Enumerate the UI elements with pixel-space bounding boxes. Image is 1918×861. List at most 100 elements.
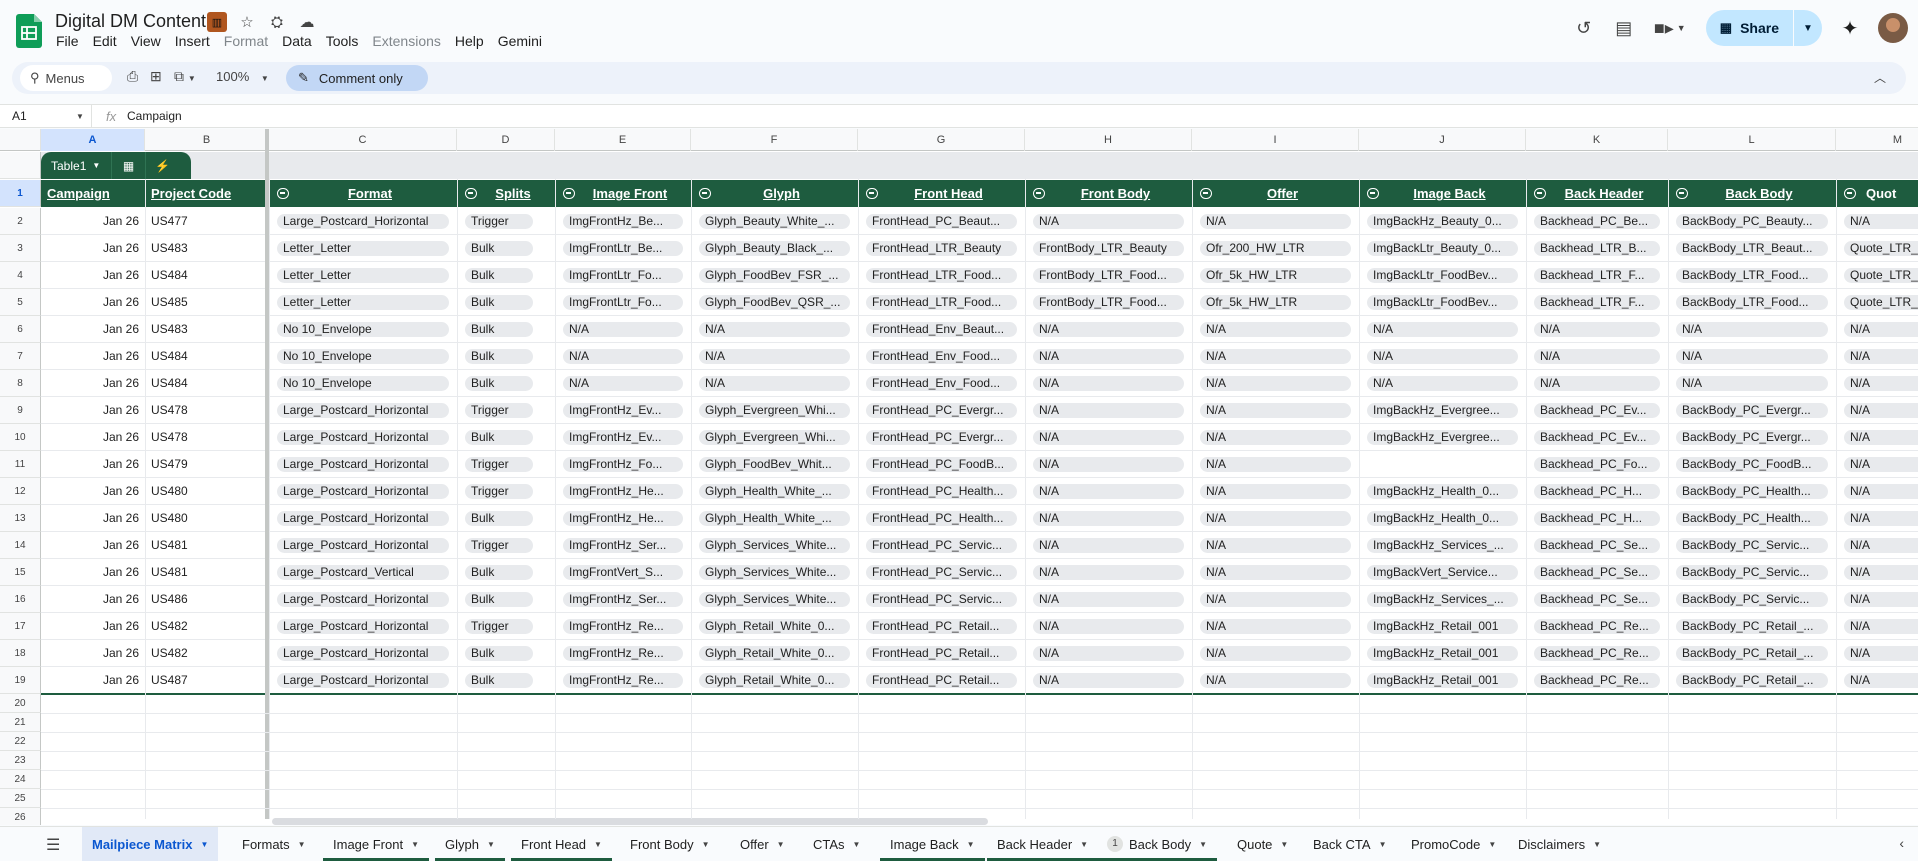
row-header-4[interactable]: 4 — [0, 262, 41, 289]
dropdown-cell[interactable]: ImgBackHz_Retail_001 — [1359, 667, 1526, 694]
column-header-f[interactable]: F — [691, 129, 858, 151]
campaign-cell[interactable]: Jan 26 — [41, 505, 145, 532]
dropdown-cell[interactable]: BackBody_PC_Servic... — [1668, 532, 1836, 559]
dropdown-cell[interactable]: ImgBackHz_Evergree... — [1359, 397, 1526, 424]
column-header-m[interactable]: M — [1836, 129, 1918, 151]
dropdown-cell[interactable]: FrontBody_LTR_Food... — [1025, 262, 1192, 289]
dropdown-cell[interactable]: N/A — [1192, 505, 1359, 532]
dropdown-cell[interactable]: Large_Postcard_Horizontal — [269, 478, 457, 505]
dropdown-cell[interactable]: N/A — [1836, 667, 1918, 694]
formula-input[interactable]: Campaign — [127, 109, 182, 123]
campaign-cell[interactable]: Jan 26 — [41, 262, 145, 289]
dropdown-cell[interactable]: ImgBackLtr_Beauty_0... — [1359, 235, 1526, 262]
dropdown-cell[interactable]: Large_Postcard_Horizontal — [269, 667, 457, 694]
dropdown-cell[interactable]: BackBody_PC_Beauty... — [1668, 208, 1836, 235]
dropdown-cell[interactable]: No 10_Envelope — [269, 343, 457, 370]
dropdown-cell[interactable]: N/A — [1668, 343, 1836, 370]
sheet-tab-caret-icon[interactable]: ▼ — [1280, 840, 1288, 849]
project-code-cell[interactable]: US482 — [145, 613, 269, 640]
dropdown-cell[interactable]: FrontHead_PC_Servic... — [858, 559, 1025, 586]
dropdown-cell[interactable]: N/A — [1025, 613, 1192, 640]
column-header-h[interactable]: H — [1025, 129, 1192, 151]
project-code-cell[interactable]: US484 — [145, 370, 269, 397]
sheet-tab-promocode[interactable]: PromoCode ▼ — [1401, 827, 1506, 861]
campaign-cell[interactable]: Jan 26 — [41, 667, 145, 694]
dropdown-cell[interactable]: Bulk — [457, 505, 555, 532]
dropdown-cell[interactable]: N/A — [691, 343, 858, 370]
dropdown-cell[interactable]: N/A — [1192, 532, 1359, 559]
spreadsheet-grid[interactable]: ABCDEFGHIJKLM Table1 ▼ ▦ ⚡ Campaign Projec… — [0, 129, 1918, 825]
dropdown-cell[interactable]: ImgFrontHz_He... — [555, 505, 691, 532]
dropdown-cell[interactable]: N/A — [1192, 478, 1359, 505]
row-header-6[interactable]: 6 — [0, 316, 41, 343]
row-header-8[interactable]: 8 — [0, 370, 41, 397]
dropdown-cell[interactable]: Bulk — [457, 559, 555, 586]
dropdown-cell[interactable]: Large_Postcard_Horizontal — [269, 586, 457, 613]
dropdown-cell[interactable]: FrontHead_PC_Health... — [858, 478, 1025, 505]
dropdown-cell[interactable]: N/A — [1836, 640, 1918, 667]
dropdown-cell[interactable]: N/A — [1025, 208, 1192, 235]
sheet-tab-quote[interactable]: Quote ▼ — [1227, 827, 1298, 861]
row-header-17[interactable]: 17 — [0, 613, 41, 640]
dropdown-cell[interactable]: ImgBackHz_Evergree... — [1359, 424, 1526, 451]
dropdown-cell[interactable]: Bulk — [457, 667, 555, 694]
dropdown-cell[interactable]: BackBody_PC_Servic... — [1668, 586, 1836, 613]
campaign-cell[interactable]: Jan 26 — [41, 640, 145, 667]
row-header-10[interactable]: 10 — [0, 424, 41, 451]
dropdown-cell[interactable]: BackBody_PC_Evergr... — [1668, 424, 1836, 451]
dropdown-cell[interactable]: BackBody_PC_Evergr... — [1668, 397, 1836, 424]
row-header-2[interactable]: 2 — [0, 208, 41, 235]
dropdown-cell[interactable]: ImgFrontHz_Ser... — [555, 532, 691, 559]
dropdown-cell[interactable]: BackBody_PC_FoodB... — [1668, 451, 1836, 478]
dropdown-cell[interactable]: N/A — [1192, 640, 1359, 667]
column-header-j[interactable]: J — [1359, 129, 1526, 151]
dropdown-cell[interactable]: Quote_LTR_ — [1836, 262, 1918, 289]
dropdown-cell[interactable]: N/A — [1192, 343, 1359, 370]
sheet-tab-back-cta[interactable]: Back CTA ▼ — [1303, 827, 1396, 861]
dropdown-cell[interactable]: N/A — [1836, 505, 1918, 532]
dropdown-cell[interactable]: No 10_Envelope — [269, 370, 457, 397]
campaign-cell[interactable]: Jan 26 — [41, 451, 145, 478]
sheet-tab-image-back[interactable]: Image Back ▼ — [880, 827, 985, 861]
dropdown-cell[interactable]: ImgBackHz_Services_... — [1359, 586, 1526, 613]
dropdown-cell[interactable]: FrontHead_Env_Beaut... — [858, 316, 1025, 343]
dropdown-cell[interactable]: N/A — [1359, 316, 1526, 343]
campaign-cell[interactable]: Jan 26 — [41, 424, 145, 451]
column-header-k[interactable]: K — [1526, 129, 1668, 151]
dropdown-cell[interactable]: ImgBackVert_Service... — [1359, 559, 1526, 586]
dropdown-cell[interactable]: FrontHead_PC_Evergr... — [858, 424, 1025, 451]
dropdown-cell[interactable]: N/A — [1192, 586, 1359, 613]
dropdown-cell[interactable]: BackBody_LTR_Food... — [1668, 262, 1836, 289]
dropdown-cell[interactable]: N/A — [1836, 451, 1918, 478]
campaign-cell[interactable]: Jan 26 — [41, 559, 145, 586]
table-name-tab[interactable]: Table1 ▼ ▦ ⚡ — [41, 152, 191, 179]
sheet-tab-caret-icon[interactable]: ▼ — [1080, 840, 1088, 849]
apps-script-icon[interactable]: ▥ — [207, 12, 227, 32]
column-header-a[interactable]: A — [41, 129, 145, 151]
project-code-cell[interactable]: US482 — [145, 640, 269, 667]
dropdown-cell[interactable]: Backhead_PC_Re... — [1526, 640, 1668, 667]
dropdown-cell[interactable]: ImgFrontHz_Re... — [555, 640, 691, 667]
dropdown-cell[interactable]: Quote_LTR_ — [1836, 289, 1918, 316]
menu-insert[interactable]: Insert — [175, 33, 218, 49]
dropdown-cell[interactable]: ImgFrontHz_Fo... — [555, 451, 691, 478]
dropdown-cell[interactable]: N/A — [1836, 424, 1918, 451]
dropdown-cell[interactable]: ImgFrontLtr_Fo... — [555, 262, 691, 289]
dropdown-cell[interactable]: Bulk — [457, 343, 555, 370]
star-icon[interactable]: ☆ — [237, 12, 257, 32]
row-header-20[interactable]: 20 — [0, 694, 41, 713]
project-code-cell[interactable]: US487 — [145, 667, 269, 694]
dropdown-cell[interactable]: Glyph_Beauty_Black_... — [691, 235, 858, 262]
dropdown-cell[interactable]: Backhead_LTR_F... — [1526, 289, 1668, 316]
dropdown-cell[interactable]: N/A — [1025, 316, 1192, 343]
dropdown-cell[interactable]: N/A — [1192, 424, 1359, 451]
dropdown-cell[interactable]: N/A — [1025, 586, 1192, 613]
table-view-icon[interactable]: ▦ — [111, 152, 145, 179]
dropdown-cell[interactable]: N/A — [555, 370, 691, 397]
dropdown-cell[interactable]: ImgFrontLtr_Fo... — [555, 289, 691, 316]
sheet-tab-caret-icon[interactable]: ▼ — [594, 840, 602, 849]
dropdown-cell[interactable]: N/A — [1192, 613, 1359, 640]
campaign-cell[interactable]: Jan 26 — [41, 208, 145, 235]
avatar[interactable] — [1878, 13, 1908, 43]
dropdown-cell[interactable]: Trigger — [457, 397, 555, 424]
